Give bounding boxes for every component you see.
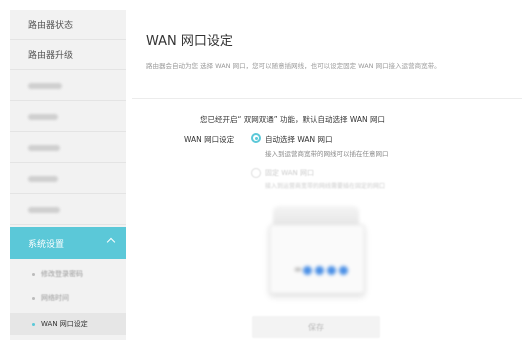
divider: [132, 98, 522, 99]
option-auto-wan-hint: 接入到运营商宽带的网线可以插在任意网口: [265, 150, 389, 158]
sidebar-subitem-label: 网络时间: [41, 294, 69, 302]
sidebar-subitem-label: 修改登录密码: [41, 270, 83, 278]
sidebar-subitem-change-password[interactable]: 修改登录密码: [10, 263, 126, 285]
chevron-up-icon: [106, 237, 116, 247]
wan-setting-label: WAN 网口设定: [184, 135, 235, 144]
option-fixed-wan-label[interactable]: 固定 WAN 网口: [265, 168, 314, 178]
option-fixed-wan-hint: 接入到运营商宽带的网线需要插在固定的网口: [265, 183, 386, 190]
bullet-icon: [32, 296, 35, 300]
sidebar-item-blurred[interactable]: [10, 164, 126, 194]
sidebar-item-blurred[interactable]: [10, 133, 126, 163]
radio-fixed-wan[interactable]: [251, 168, 261, 178]
sidebar-subitem-network-time[interactable]: 网络时间: [10, 287, 126, 309]
sidebar: 路由器状态 路由器升级 系统设置 修改登录密码 网络时间 WAN 网口设定: [10, 10, 126, 340]
router-image: [265, 206, 367, 294]
page-description: 路由器会自动为您 选择 WAN 网口，您可以随意插网线，也可以设定固定 WAN …: [146, 62, 441, 70]
bullet-icon: [32, 322, 35, 326]
sidebar-item-router-upgrade[interactable]: 路由器升级: [10, 40, 126, 70]
blurred-label: [28, 175, 58, 182]
sidebar-item-system-settings[interactable]: 系统设置: [10, 227, 126, 259]
dual-wan-notice: 您已经开启“ 双网双通” 功能，默认自动选择 WAN 网口: [200, 115, 386, 124]
blurred-label: [28, 82, 62, 89]
save-button[interactable]: 保存: [252, 316, 380, 338]
sidebar-item-label: 路由器升级: [28, 51, 74, 61]
page-title: WAN 网口设定: [146, 34, 233, 49]
sidebar-item-router-status[interactable]: 路由器状态: [10, 10, 126, 40]
sidebar-item-blurred[interactable]: [10, 195, 126, 225]
blurred-label: [28, 113, 58, 120]
sidebar-item-label: 系统设置: [28, 239, 65, 250]
option-auto-wan-label[interactable]: 自动选择 WAN 网口: [265, 134, 333, 145]
sidebar-item-label: 路由器状态: [28, 21, 74, 31]
sidebar-subitem-label: WAN 网口设定: [41, 320, 88, 328]
bullet-icon: [32, 272, 35, 276]
radio-auto-wan[interactable]: [251, 133, 261, 143]
sidebar-item-blurred[interactable]: [10, 102, 126, 132]
sidebar-subitem-wan-port[interactable]: WAN 网口设定: [10, 313, 126, 335]
sidebar-item-blurred[interactable]: [10, 71, 126, 101]
blurred-label: [28, 144, 60, 151]
blurred-label: [28, 206, 60, 213]
